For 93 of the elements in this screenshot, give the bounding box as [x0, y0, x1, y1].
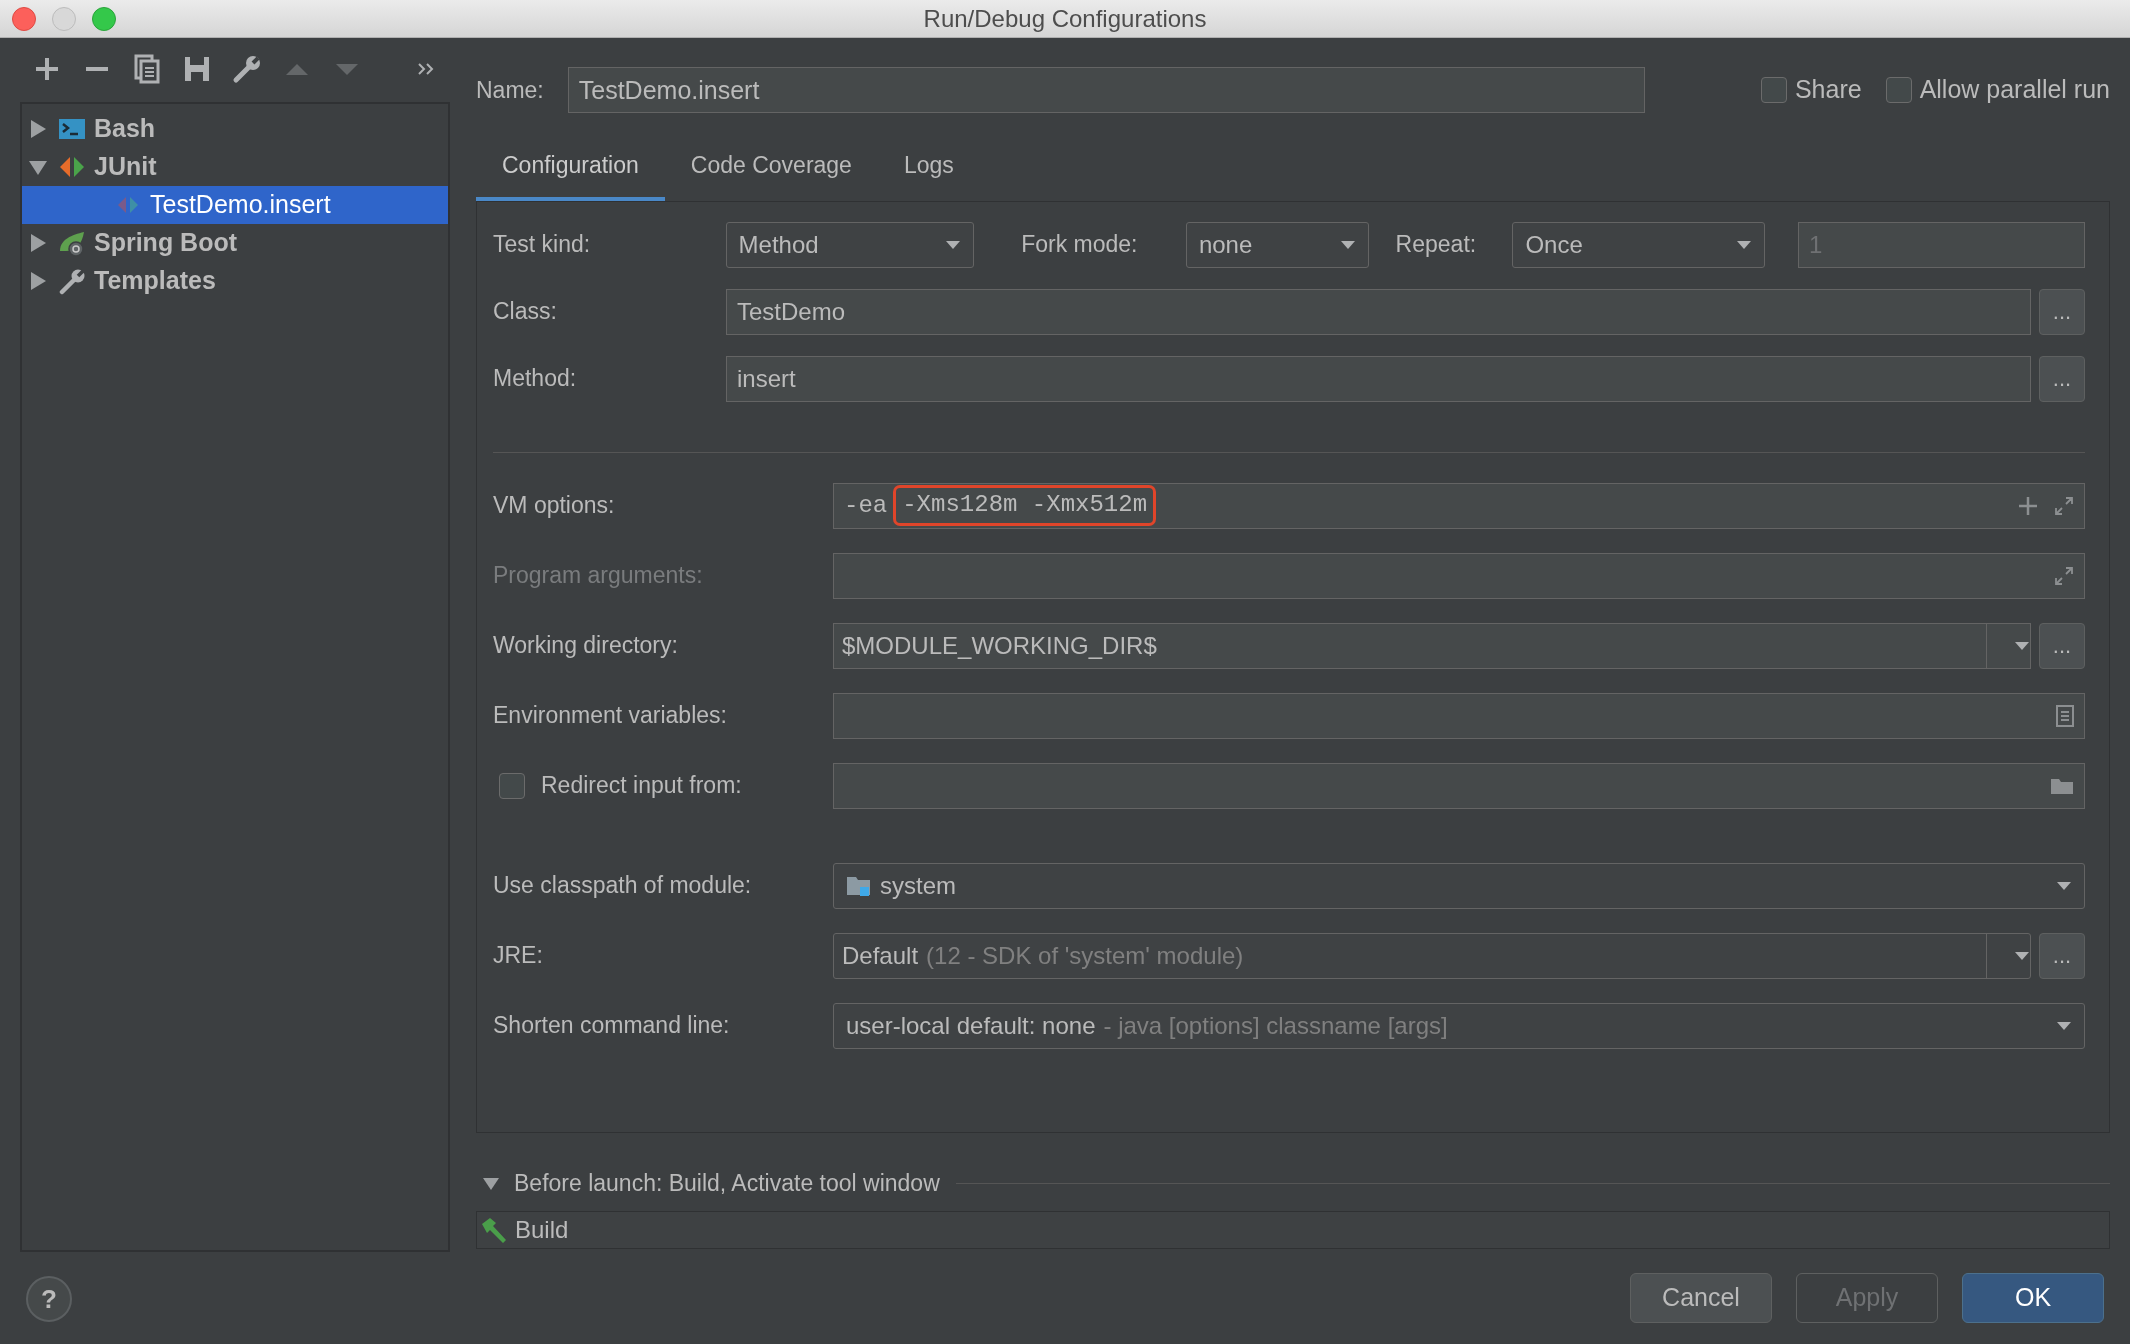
tree-item[interactable]: Bash — [22, 110, 448, 148]
expand-arrow-icon[interactable] — [28, 271, 48, 291]
vm-options-field[interactable]: -ea -Xms128m -Xmx512m — [833, 482, 2085, 529]
window-title: Run/Debug Configurations — [923, 3, 1207, 34]
combo-detail: (12 - SDK of 'system' module) — [926, 940, 1244, 971]
folder-icon — [2050, 776, 2074, 795]
dropdown-arrow-icon — [2014, 950, 2030, 961]
name-label: Name: — [476, 75, 544, 105]
maximize-window-icon[interactable] — [92, 7, 116, 31]
field-label: Shorten command line: — [493, 1011, 731, 1041]
task-item[interactable]: Build — [476, 1210, 2110, 1249]
tree-item[interactable]: Templates — [22, 262, 448, 300]
dropdown-arrow-icon — [1736, 239, 1752, 250]
tree-item-label: TestDemo.insert — [150, 189, 331, 221]
repeat-select[interactable]: Once — [1512, 221, 1765, 268]
checkbox-label: Share — [1794, 74, 1862, 106]
browse-button[interactable]: ... — [2039, 355, 2085, 402]
leaf-gear-icon — [58, 229, 86, 257]
tree-item-label: Bash — [94, 113, 156, 145]
help-button[interactable]: ? — [26, 1276, 72, 1322]
down-arrow-icon — [336, 63, 358, 75]
field-label: Repeat: — [1395, 230, 1478, 260]
wrench-icon — [58, 267, 86, 295]
up-arrow-icon — [286, 63, 308, 75]
tab[interactable]: Code Coverage — [664, 140, 878, 201]
environment-variables-field[interactable] — [833, 692, 2085, 739]
combo-value: Method — [738, 229, 819, 260]
tree-item[interactable]: Spring Boot — [22, 224, 448, 262]
redirect-input-field[interactable] — [833, 762, 2085, 809]
shorten-command-line-select[interactable]: user-local default: none - java [options] classname [args] — [833, 1002, 2085, 1049]
name-field[interactable]: TestDemo.insert — [567, 67, 1645, 113]
tree-item[interactable]: TestDemo.insert — [22, 186, 448, 224]
combo-value: none — [1198, 229, 1253, 260]
field-label: VM options: — [493, 491, 616, 521]
combo-value: user-local default: none — [846, 1010, 1096, 1041]
dropdown-arrow-icon — [2056, 1020, 2072, 1031]
combo-value: Once — [1525, 229, 1583, 260]
expand-icon — [2054, 565, 2074, 586]
expand-icon — [2054, 495, 2074, 516]
module-folder-icon — [846, 874, 872, 897]
field-value: $MODULE_WORKING_DIR$ — [841, 630, 1157, 661]
dialog-button[interactable]: Cancel — [1630, 1272, 1772, 1323]
method-field[interactable]: insert — [726, 355, 2031, 402]
tab[interactable]: Logs — [877, 140, 980, 201]
program-arguments-field[interactable] — [833, 552, 2085, 599]
field-label: Use classpath of module: — [493, 871, 753, 901]
remove-icon — [86, 67, 108, 71]
tab[interactable]: Configuration — [476, 140, 665, 201]
close-window-icon[interactable] — [12, 7, 36, 31]
checkbox[interactable] — [1760, 77, 1787, 103]
expand-arrow-icon[interactable] — [28, 233, 48, 253]
field-label: Environment variables: — [493, 701, 728, 731]
jre-select[interactable]: Default (12 - SDK of 'system' module) — [833, 932, 2031, 979]
ok-button[interactable]: OK — [1962, 1272, 2104, 1323]
checkbox-label: Allow parallel run — [1919, 74, 2110, 106]
tree-item-label: Spring Boot — [94, 227, 238, 259]
tree-item-label: JUnit — [94, 151, 157, 183]
tree-item-label: Templates — [94, 265, 216, 297]
class-field[interactable]: TestDemo — [726, 288, 2031, 335]
plus-icon — [2018, 495, 2038, 516]
expand-arrow-icon[interactable] — [482, 1176, 500, 1191]
expand-arrow-icon[interactable] — [28, 119, 48, 139]
section-title: Before launch: Build, Activate tool window — [514, 1169, 940, 1199]
dropdown-arrow-icon — [945, 239, 962, 250]
combo-value: Default — [841, 940, 919, 971]
module-select[interactable]: system — [833, 862, 2085, 909]
field-label: Working directory: — [493, 631, 679, 661]
checkbox[interactable] — [1885, 77, 1912, 103]
field-label: Method: — [493, 364, 578, 394]
dropdown-arrow-icon — [2014, 640, 2030, 651]
document-icon — [2056, 704, 2074, 727]
option-text: -ea — [844, 490, 888, 521]
working-directory-field[interactable]: $MODULE_WORKING_DIR$ — [833, 622, 2031, 669]
checkbox-label: Redirect input from: — [541, 771, 742, 801]
hammer-icon — [479, 1215, 509, 1244]
browse-button[interactable]: ... — [2039, 622, 2085, 669]
dropdown-arrow-icon — [2056, 880, 2072, 891]
dropdown-arrow-icon — [1339, 239, 1356, 250]
browse-button[interactable]: ... — [2039, 932, 2085, 979]
field-label: Program arguments: — [493, 561, 704, 591]
fork-mode-select[interactable]: none — [1185, 221, 1369, 268]
task-label: Build — [515, 1214, 569, 1245]
checkbox[interactable] — [499, 772, 525, 799]
combo-value: system — [880, 870, 956, 901]
field-label: Fork mode: — [1021, 230, 1139, 260]
highlighted-option-text: -Xms128m -Xmx512m — [893, 485, 1157, 526]
tree-item[interactable]: JUnit — [22, 148, 448, 186]
field-label: JRE: — [493, 941, 544, 971]
test-kind-select[interactable]: Method — [725, 221, 975, 268]
combo-detail: - java [options] classname [args] — [1103, 1010, 1448, 1041]
browse-button[interactable]: ... — [2039, 288, 2085, 335]
field-label: Test kind: — [493, 230, 592, 260]
field-label: Class: — [493, 297, 558, 327]
